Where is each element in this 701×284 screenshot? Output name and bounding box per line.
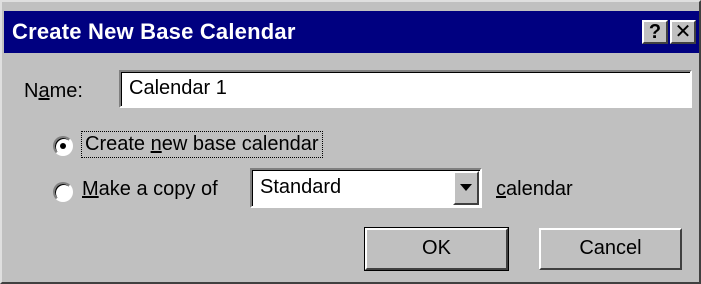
- copy-source-dropdown[interactable]: Standard: [250, 168, 482, 208]
- dropdown-button[interactable]: [453, 171, 479, 205]
- name-label: Name:: [24, 80, 83, 102]
- chevron-down-icon: [460, 184, 472, 191]
- copy-source-value: Standard: [260, 176, 342, 198]
- create-new-radio[interactable]: [53, 136, 73, 156]
- create-base-calendar-dialog: Create New Base Calendar ? ✕ Name: Calen…: [0, 0, 701, 284]
- name-input[interactable]: Calendar 1: [119, 70, 692, 108]
- radio-selected-dot: [60, 143, 66, 149]
- make-copy-label[interactable]: Make a copy of: [82, 178, 218, 201]
- title-bar[interactable]: Create New Base Calendar ? ✕: [4, 11, 699, 53]
- create-new-label[interactable]: Create new base calendar: [81, 131, 323, 158]
- help-button[interactable]: ?: [642, 20, 668, 44]
- close-button[interactable]: ✕: [670, 20, 696, 44]
- close-icon: ✕: [674, 21, 692, 43]
- cancel-button[interactable]: Cancel: [539, 228, 682, 270]
- ok-button[interactable]: OK: [365, 228, 508, 270]
- make-copy-radio[interactable]: [53, 182, 73, 202]
- calendar-suffix-label: calendar: [496, 178, 573, 200]
- window-title: Create New Base Calendar: [12, 19, 296, 44]
- question-icon: ?: [648, 21, 662, 43]
